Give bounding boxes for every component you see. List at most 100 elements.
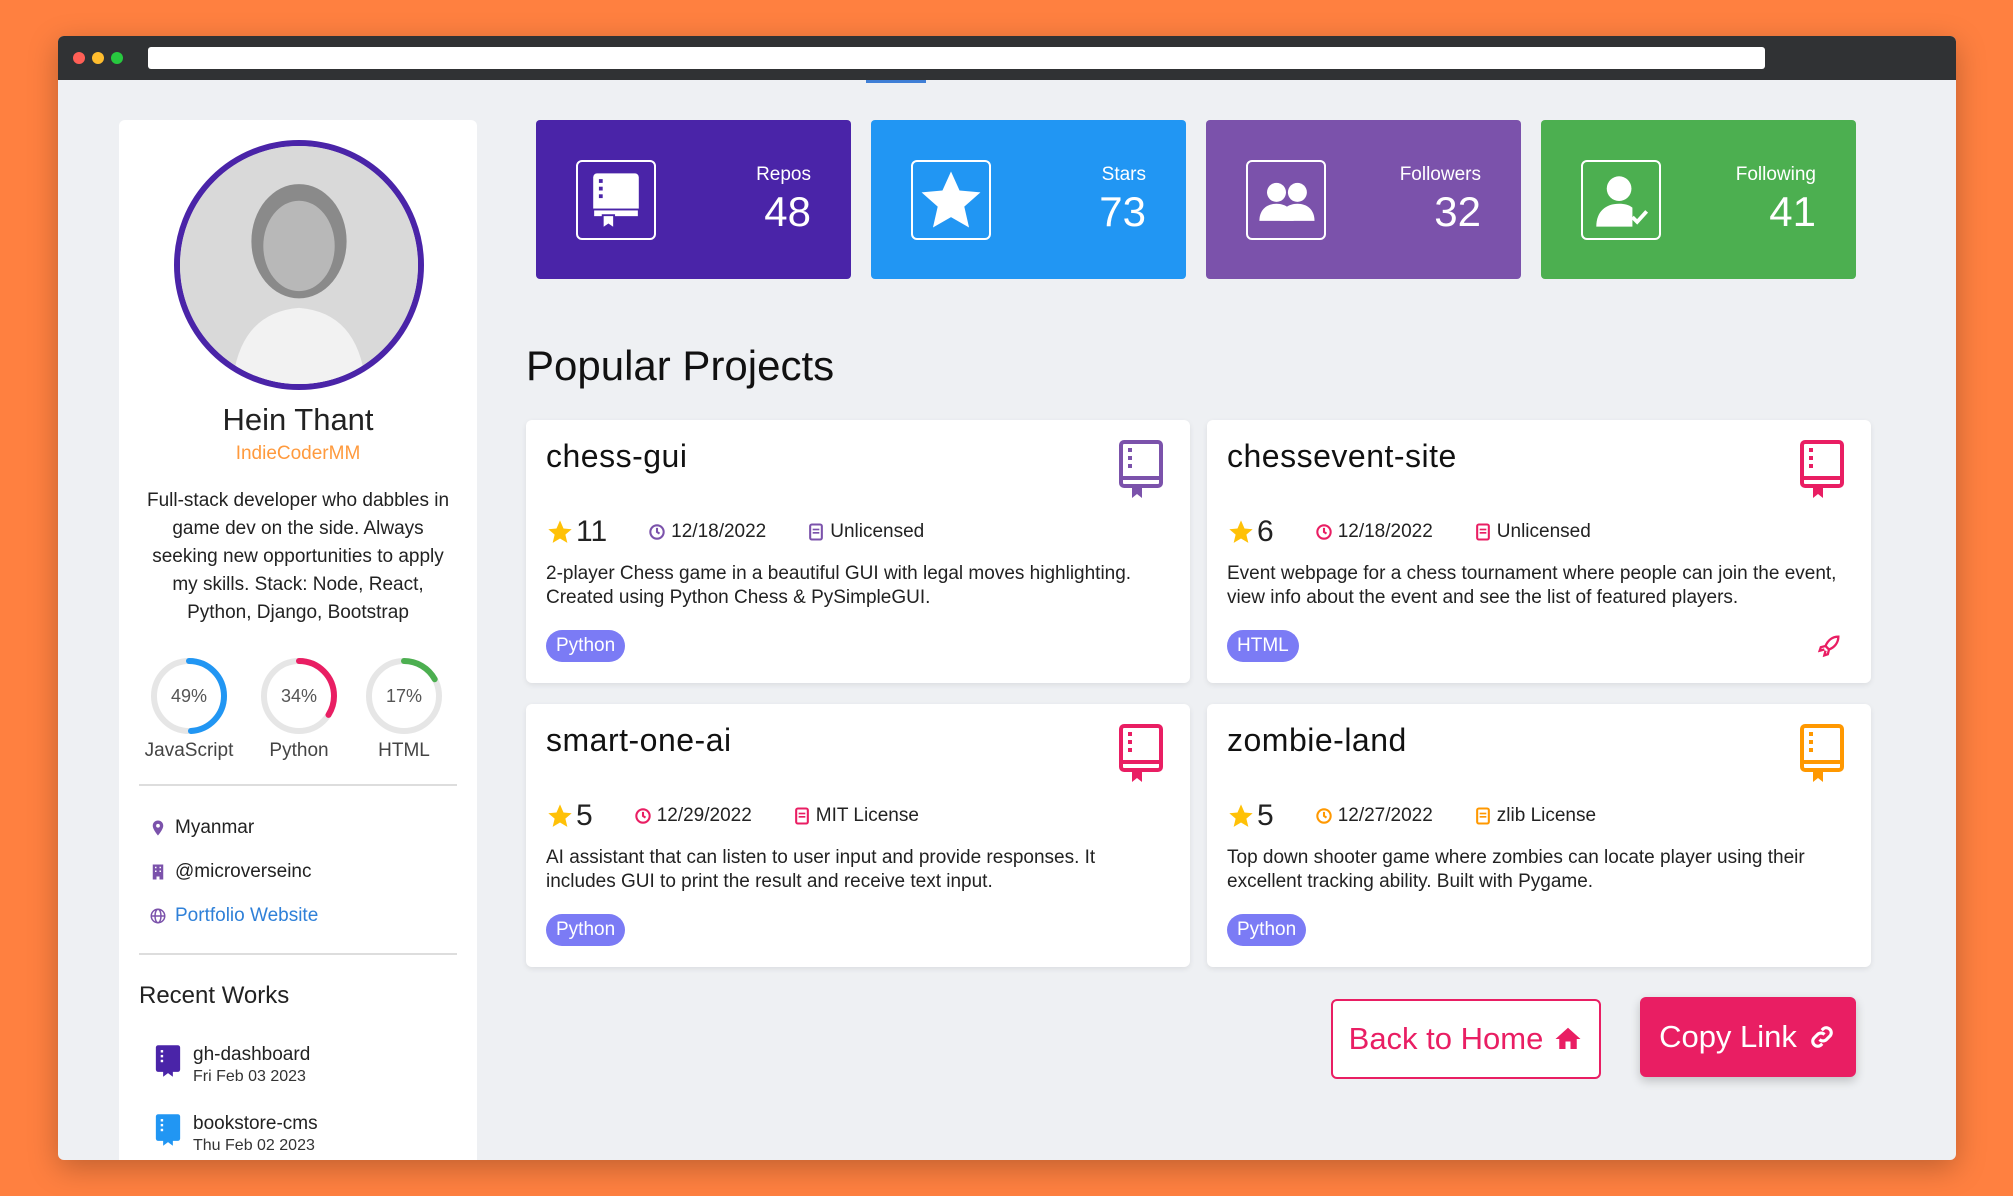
section-title: Popular Projects — [526, 342, 835, 389]
project-card[interactable]: smart-one-ai 5 12/29/2022 MIT License AI… — [526, 704, 1190, 967]
star-count: 11 — [576, 515, 608, 548]
project-title[interactable]: smart-one-ai — [546, 722, 732, 759]
star-icon — [548, 520, 572, 543]
copy-link-button[interactable]: Copy Link — [1640, 997, 1856, 1077]
star-icon — [1229, 520, 1253, 543]
license-icon — [1475, 523, 1490, 541]
license-icon — [794, 807, 809, 825]
language-tag: Python — [546, 914, 626, 946]
recent-work-name: bookstore-cms — [193, 1113, 318, 1134]
project-title[interactable]: chess-gui — [546, 438, 687, 475]
project-description: 2-player Chess game in a beautiful GUI w… — [546, 563, 1132, 608]
project-license: Unlicensed — [830, 521, 925, 542]
recent-work-date: Fri Feb 03 2023 — [193, 1068, 306, 1085]
company-row: @microverseinc — [149, 861, 311, 883]
project-card[interactable]: chessevent-site 6 12/18/2022 Unlicensed … — [1207, 420, 1871, 683]
project-meta: 11 12/18/2022 Unlicensed — [546, 515, 924, 549]
language-tag: Python — [546, 630, 626, 662]
browser-titlebar — [58, 36, 1956, 80]
back-to-home-button[interactable]: Back to Home — [1331, 999, 1601, 1079]
company-text: @microverseinc — [175, 861, 312, 882]
project-date: 12/18/2022 — [671, 521, 767, 542]
website-link[interactable]: Portfolio Website — [175, 905, 318, 927]
profile-bio: Full-stack developer who dabbles in game… — [146, 490, 450, 623]
location-text: Myanmar — [175, 817, 255, 838]
stat-label: Followers — [1399, 164, 1481, 185]
book-icon — [1119, 440, 1163, 498]
recent-works-title: Recent Works — [139, 982, 290, 1009]
book-icon — [155, 1114, 181, 1146]
project-meta: 6 12/18/2022 Unlicensed — [1227, 515, 1591, 549]
license-icon — [809, 523, 824, 541]
rocket-icon[interactable] — [1815, 632, 1843, 660]
recent-work-item[interactable]: gh-dashboard Fri Feb 03 2023 — [153, 1044, 310, 1086]
active-indicator — [866, 80, 926, 83]
repo-icon — [576, 160, 656, 240]
language-javascript: 49% JavaScript — [139, 656, 239, 762]
recent-work-date: Thu Feb 02 2023 — [193, 1137, 315, 1154]
star-count: 5 — [576, 799, 593, 832]
users-icon — [1246, 160, 1326, 240]
stat-card-repos[interactable]: Repos 48 — [536, 120, 851, 279]
stat-value: 32 — [1434, 188, 1481, 235]
project-card[interactable]: zombie-land 5 12/27/2022 zlib License To… — [1207, 704, 1871, 967]
project-card[interactable]: chess-gui 11 12/18/2022 Unlicensed 2-pla… — [526, 420, 1190, 683]
project-license: zlib License — [1496, 805, 1597, 826]
project-title[interactable]: chessevent-site — [1227, 438, 1457, 475]
language-tag: Python — [1227, 914, 1307, 946]
language-stats: 49% JavaScript 34% Python 17% HTML — [139, 656, 457, 766]
home-icon — [1555, 1027, 1581, 1049]
project-meta: 5 12/27/2022 zlib License — [1227, 799, 1596, 833]
book-icon — [1119, 724, 1163, 782]
language-name: HTML — [378, 740, 430, 761]
project-title[interactable]: zombie-land — [1227, 722, 1407, 759]
close-window-button[interactable] — [73, 52, 85, 64]
project-date: 12/18/2022 — [1337, 521, 1433, 542]
language-html: 17% HTML — [354, 656, 454, 762]
address-bar[interactable] — [148, 47, 1765, 69]
stat-label: Stars — [1101, 164, 1146, 185]
star-icon — [911, 160, 991, 240]
stat-value: 73 — [1099, 188, 1146, 235]
project-meta: 5 12/29/2022 MIT License — [546, 799, 919, 833]
stat-value: 48 — [764, 188, 811, 235]
profile-handle[interactable]: IndieCoderMM — [119, 443, 477, 465]
user-check-icon — [1581, 160, 1661, 240]
project-license: MIT License — [815, 805, 919, 826]
divider — [139, 784, 457, 786]
stat-card-followers[interactable]: Followers 32 — [1206, 120, 1521, 279]
stat-value: 41 — [1769, 188, 1816, 235]
location-row: Myanmar — [149, 817, 254, 839]
language-tag: HTML — [1227, 630, 1299, 662]
avatar — [174, 140, 424, 390]
stat-card-stars[interactable]: Stars 73 — [871, 120, 1186, 279]
profile-name: Hein Thant — [222, 402, 374, 437]
language-name: Python — [269, 740, 329, 761]
minimize-window-button[interactable] — [92, 52, 104, 64]
history-icon — [1315, 524, 1332, 540]
recent-work-item[interactable]: bookstore-cms Thu Feb 02 2023 — [153, 1113, 318, 1155]
history-icon — [649, 524, 665, 540]
link-icon — [1811, 1026, 1833, 1048]
map-pin-icon — [152, 820, 164, 836]
language-percent: 34% — [280, 686, 318, 706]
stat-card-following[interactable]: Following 41 — [1541, 120, 1856, 279]
language-python: 34% Python — [249, 656, 349, 762]
history-icon — [1315, 808, 1332, 824]
star-count: 5 — [1257, 799, 1274, 832]
website-row[interactable]: Portfolio Website — [149, 905, 318, 927]
project-date: 12/29/2022 — [656, 805, 752, 826]
book-icon — [1800, 440, 1844, 498]
stat-label: Following — [1735, 164, 1816, 185]
project-description: AI assistant that can listen to user inp… — [546, 847, 1096, 892]
maximize-window-button[interactable] — [111, 52, 123, 64]
stat-label: Repos — [756, 164, 811, 185]
star-count: 6 — [1257, 515, 1274, 548]
globe-icon — [150, 908, 166, 924]
project-description: Top down shooter game where zombies can … — [1227, 847, 1805, 892]
language-name: JavaScript — [144, 740, 234, 761]
history-icon — [634, 808, 651, 824]
profile-sidebar: Hein Thant IndieCoderMM Full-stack devel… — [119, 120, 477, 1160]
project-description: Event webpage for a chess tournament whe… — [1227, 563, 1837, 608]
avatar-image — [180, 146, 418, 384]
